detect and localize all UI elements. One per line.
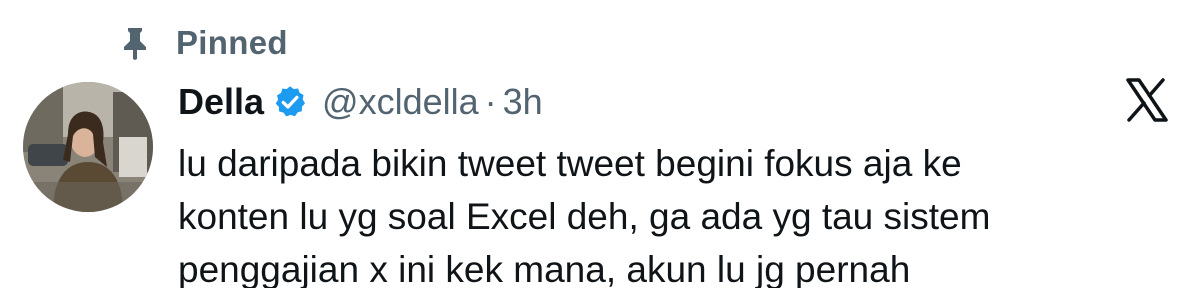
x-logo-icon <box>1122 76 1170 124</box>
header-separator: · <box>484 81 497 122</box>
avatar[interactable] <box>23 82 153 212</box>
pinned-label: Pinned <box>176 24 288 61</box>
tweet-text-line: lu daripada bikin tweet tweet begini fok… <box>178 143 962 184</box>
tweet-header: Della @xcldella · 3h <box>178 78 543 126</box>
tweet-text-line: penggajian x ini kek mana, akun lu jg pe… <box>178 249 911 288</box>
pinned-indicator: Pinned <box>120 22 288 64</box>
tweet-text-line: konten lu yg soal Excel deh, ga ada yg t… <box>178 196 991 237</box>
tweet-text: lu daripada bikin tweet tweet begini fok… <box>178 137 1168 288</box>
verified-badge-icon[interactable] <box>272 84 308 120</box>
pin-icon <box>120 26 150 60</box>
tweet-timestamp[interactable]: 3h <box>503 81 543 123</box>
author-handle[interactable]: @xcldella <box>322 81 479 123</box>
tweet-card[interactable]: Pinned Della @xcldella · 3h lu daripada … <box>0 0 1199 288</box>
author-display-name[interactable]: Della <box>178 81 264 123</box>
